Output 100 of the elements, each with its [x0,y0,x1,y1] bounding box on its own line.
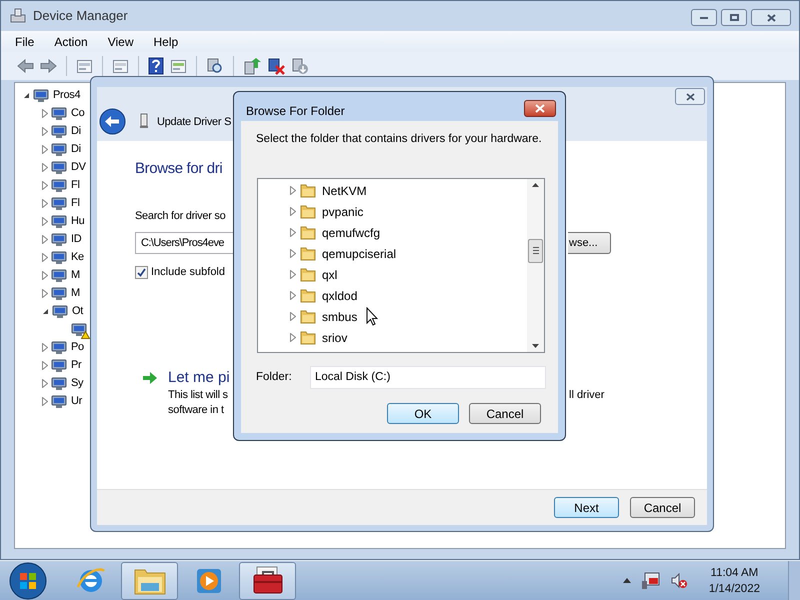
collapsed-arrow-icon[interactable] [42,234,48,244]
device-icon [51,159,67,175]
expanded-arrow-icon[interactable] [42,308,49,314]
dialog-button[interactable]: Cancel [630,497,695,518]
collapsed-arrow-icon[interactable] [290,270,296,279]
folder-item[interactable]: sriov [322,328,348,346]
collapsed-arrow-icon[interactable] [42,360,48,370]
tree-item[interactable]: ID [71,230,82,248]
folder-item[interactable]: NetKVM [322,182,367,200]
collapsed-arrow-icon[interactable] [42,126,48,136]
scan-icon[interactable] [206,57,224,75]
menu-item[interactable]: Action [54,32,88,50]
close-button[interactable] [524,100,556,117]
tree-item[interactable]: Ot [72,302,84,320]
folder-item[interactable]: qxl [322,266,338,284]
collapsed-arrow-icon[interactable] [290,249,296,258]
collapsed-arrow-icon[interactable] [290,186,296,195]
device-icon [140,113,148,129]
tree-item[interactable]: Pros4 [53,86,80,104]
clock[interactable]: 11:04 AM 1/14/2022 [708,564,760,596]
collapsed-arrow-icon[interactable] [42,180,48,190]
tree-item[interactable]: Sy [71,374,84,392]
network-icon[interactable] [640,572,661,590]
dialog-button[interactable]: Cancel [469,403,541,424]
collapsed-arrow-icon[interactable] [42,378,48,388]
collapsed-arrow-icon[interactable] [42,108,48,118]
collapsed-arrow-icon[interactable] [42,288,48,298]
tree-item[interactable]: Fl [71,194,80,212]
default-button[interactable]: OK [387,403,459,424]
taskbar-button[interactable] [239,562,296,600]
collapsed-arrow-icon[interactable] [42,162,48,172]
folder-field[interactable]: Local Disk (C:) [310,366,546,389]
collapsed-arrow-icon[interactable] [290,207,296,216]
maximize-button[interactable] [721,9,747,26]
tree-item[interactable]: Di [71,122,81,140]
collapsed-arrow-icon[interactable] [42,342,48,352]
folder-item[interactable]: pvpanic [322,202,364,220]
menu-item[interactable]: View [108,32,134,50]
tree-item[interactable]: Hu [71,212,85,230]
default-button[interactable]: Next [554,497,619,518]
properties-icon[interactable] [112,58,129,74]
collapsed-arrow-icon[interactable] [42,144,48,154]
expanded-arrow-icon[interactable] [23,92,30,98]
tree-item[interactable]: Po [71,338,84,356]
folder-item[interactable]: smbus [322,308,358,326]
scrollbar[interactable] [527,179,544,352]
tree-item[interactable]: DV [71,158,86,176]
collapsed-arrow-icon[interactable] [42,216,48,226]
tree-item[interactable]: Pr [71,356,82,374]
checkbox[interactable] [135,266,148,278]
help-icon[interactable] [148,57,164,75]
folder-item[interactable]: qemufwcfg [322,224,380,242]
tree-item[interactable]: M [71,284,80,302]
back-icon[interactable] [17,59,34,73]
tree-item[interactable]: Co [71,104,85,122]
tree-item[interactable]: M [71,266,80,284]
collapsed-arrow-icon[interactable] [42,198,48,208]
collapsed-arrow-icon[interactable] [290,291,296,300]
option-description: ll driver [569,388,604,403]
close-button[interactable] [675,88,705,105]
minimize-button[interactable] [691,9,717,26]
tree-item[interactable]: Ke [71,248,84,266]
close-button[interactable] [751,9,791,26]
folder-label: Folder: [256,370,293,385]
menu-item[interactable]: Help [154,32,178,50]
muted-speaker-icon[interactable] [670,572,687,588]
scroll-down-icon[interactable] [532,344,539,348]
show-hidden-icon[interactable] [622,578,631,583]
browse-button[interactable]: wse... [568,232,611,254]
collapsed-arrow-icon[interactable] [42,396,48,406]
close-icon [686,92,694,100]
scroll-up-icon[interactable] [532,183,539,187]
device-icon [51,339,67,355]
collapsed-arrow-icon[interactable] [42,252,48,262]
close-icon [535,104,545,113]
back-button[interactable] [99,108,126,135]
folder-item[interactable]: qxldod [322,286,358,304]
option-title[interactable]: Let me pi [168,366,230,390]
collapsed-arrow-icon[interactable] [42,270,48,280]
start-button[interactable] [8,560,48,600]
arrow-icon [142,371,158,385]
uninstall-icon[interactable] [267,57,285,75]
cursor-icon [366,307,378,326]
device-icon [51,141,67,157]
menu-item[interactable]: File [15,32,34,50]
forward-icon[interactable] [40,59,57,73]
path-field[interactable]: C:\Users\Pros4eve [135,232,233,254]
tree-item[interactable]: Di [71,140,81,158]
tree-item[interactable]: Fl [71,176,80,194]
collapsed-arrow-icon[interactable] [290,228,296,237]
device-icon [51,195,67,211]
tree-item[interactable]: Ur [71,392,82,410]
panel-icon[interactable] [170,58,187,74]
collapsed-arrow-icon[interactable] [290,333,296,342]
folder-item[interactable]: qemupciserial [322,244,396,262]
enable-icon[interactable] [291,57,309,75]
panel-icon[interactable] [76,58,93,74]
update-icon[interactable] [243,57,261,75]
collapsed-arrow-icon[interactable] [290,312,296,321]
device-icon [51,393,67,409]
